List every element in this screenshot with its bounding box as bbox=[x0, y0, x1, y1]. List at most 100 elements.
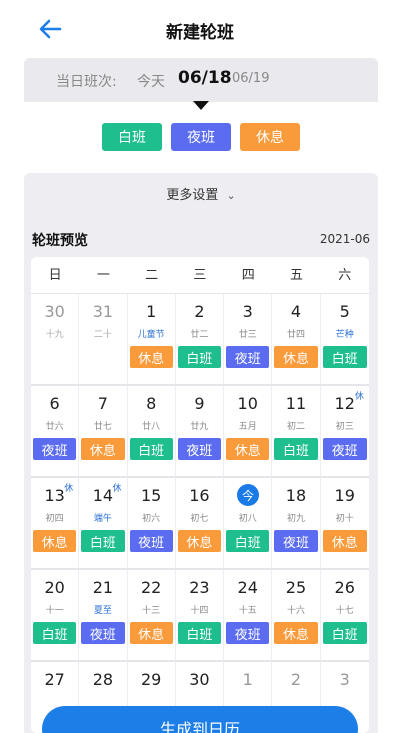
lunar-date: 初二 bbox=[286, 422, 305, 432]
shift-badge: 夜班 bbox=[226, 346, 270, 368]
shift-badge: 夜班 bbox=[33, 438, 77, 460]
shift-badge: 休息 bbox=[322, 530, 367, 552]
calendar-day-cell[interactable]: 31 二十 bbox=[79, 294, 128, 384]
calendar-week-row: 6 廿六 夜班 7 廿七 休息 8 廿八 白班 9 廿九 夜班 10 五月 休息 11 初二 白班 12 初三休夜班 bbox=[31, 386, 369, 478]
shift-badge: 休息 bbox=[274, 346, 318, 368]
day-number: 11 bbox=[285, 394, 307, 413]
day-number: 25 bbox=[285, 578, 307, 597]
day-number: 3 bbox=[339, 670, 350, 689]
calendar-day-cell[interactable]: 1 儿童节休息 bbox=[128, 294, 176, 384]
lunar-date: 十九 bbox=[45, 330, 64, 340]
calendar-day-cell[interactable]: 26 十七 白班 bbox=[321, 570, 369, 660]
day-number: 22 bbox=[140, 578, 162, 597]
lunar-date: 初三 bbox=[335, 422, 354, 432]
calendar-day-cell[interactable]: 15 初六 夜班 bbox=[128, 478, 176, 568]
lunar-date: 廿三 bbox=[238, 330, 257, 340]
lunar-date: 五月 bbox=[238, 422, 257, 432]
calendar-day-cell[interactable]: 25 十六 休息 bbox=[272, 570, 321, 660]
calendar-day-cell[interactable]: 3 廿三夜班 bbox=[224, 294, 273, 384]
day-number: 30 bbox=[44, 302, 65, 321]
more-settings-toggle[interactable]: 更多设置 ⌄ bbox=[24, 184, 378, 203]
calendar-week-row: 30 十九 31 二十 1 儿童节 休息 2 廿二 白班 3 廿三 夜班 4 廿四 休息 5 芒种 白班 bbox=[31, 294, 369, 386]
shift-badge: 休息 bbox=[81, 438, 125, 460]
calendar-day-cell[interactable]: 8 廿八 白班 bbox=[128, 386, 176, 476]
day-shift-button[interactable]: 白班 bbox=[102, 123, 162, 151]
calendar-week-row: 13 初四休休息 14 端午休白班 15 初六 夜班 16 初七 休息今初八 白班 18 初九 夜班 19 初… bbox=[31, 478, 369, 570]
lunar-date: 初七 bbox=[190, 514, 209, 524]
date-today[interactable]: 今天 bbox=[137, 71, 165, 91]
date-selected[interactable]: 06/18 bbox=[178, 68, 232, 88]
calendar-day-cell[interactable]: 16 初七 休息 bbox=[176, 478, 225, 568]
shift-badge: 夜班 bbox=[226, 622, 270, 644]
day-number: 23 bbox=[189, 578, 210, 597]
lunar-date: 廿二 bbox=[190, 330, 209, 340]
shift-badge: 休息 bbox=[226, 438, 270, 460]
date-next[interactable]: 06/19 bbox=[232, 71, 269, 86]
lunar-date: 廿四 bbox=[286, 330, 305, 340]
calendar-day-cell[interactable]: 30 十九 bbox=[31, 294, 80, 384]
calendar-day-cell[interactable]: 19 初十休息 bbox=[321, 478, 369, 568]
lunar-date: 十三 bbox=[142, 606, 161, 616]
calendar-day-cell[interactable]: 12 初三休夜班 bbox=[321, 386, 369, 476]
calendar-day-cell[interactable]: 24 十五 夜班 bbox=[224, 570, 273, 660]
day-number: 19 bbox=[334, 486, 355, 505]
calendar-day-cell[interactable]: 13 初四休休息 bbox=[31, 478, 80, 568]
calendar-day-cell[interactable]: 22 十三 休息 bbox=[128, 570, 176, 660]
day-number: 10 bbox=[237, 394, 258, 413]
shift-badge: 夜班 bbox=[81, 622, 125, 644]
day-number: 24 bbox=[237, 578, 258, 597]
day-number: 5 bbox=[339, 302, 350, 321]
shift-badge: 白班 bbox=[322, 622, 367, 644]
day-number: 30 bbox=[189, 670, 210, 689]
lunar-date: 儿童节 bbox=[137, 330, 165, 340]
shift-badge: 白班 bbox=[177, 346, 222, 368]
day-number: 9 bbox=[194, 394, 205, 413]
shift-badge: 夜班 bbox=[129, 530, 173, 552]
calendar-day-cell[interactable]: 18 初九 夜班 bbox=[272, 478, 321, 568]
day-number: 6 bbox=[49, 394, 60, 413]
calendar-day-cell[interactable]: 5 芒种 白班 bbox=[321, 294, 369, 384]
calendar-day-cell[interactable]: 6 廿六夜班 bbox=[31, 386, 80, 476]
shift-badge: 白班 bbox=[177, 622, 222, 644]
lunar-date: 端午 bbox=[93, 514, 112, 524]
today-marker: 今 bbox=[237, 484, 260, 506]
calendar-day-cell[interactable]: 20 十一 白班 bbox=[31, 570, 80, 660]
rest-button[interactable]: 休息 bbox=[240, 123, 300, 151]
day-number: 15 bbox=[140, 486, 162, 505]
weekday-label: 五 bbox=[289, 268, 303, 283]
generate-to-calendar-button[interactable]: 生成到日历 bbox=[42, 706, 358, 733]
calendar-day-cell[interactable]: 9 廿九 夜班 bbox=[176, 386, 225, 476]
shift-badge: 休息 bbox=[129, 346, 173, 368]
lunar-date: 廿八 bbox=[142, 422, 161, 432]
day-number: 2 bbox=[290, 670, 302, 689]
calendar-day-cell[interactable]: 7 廿七休息 bbox=[79, 386, 128, 476]
date-strip: 当日班次: 今天 06/18 06/19 bbox=[24, 58, 378, 102]
calendar-week-row: 20 十一 白班 21 夏至 夜班 22 十三 休息 23 十四 白班 24 十五 夜班 25 十六 休息 26 十七… bbox=[31, 570, 369, 662]
lunar-date: 廿六 bbox=[45, 422, 64, 432]
lunar-date: 初十 bbox=[335, 514, 354, 524]
lunar-date: 十七 bbox=[335, 606, 354, 616]
day-number: 3 bbox=[242, 302, 253, 321]
calendar-day-cell[interactable]: 2 廿二 白班 bbox=[176, 294, 225, 384]
weekday-label: 四 bbox=[241, 268, 255, 283]
lunar-date: 廿七 bbox=[93, 422, 112, 432]
shift-date-label: 当日班次: bbox=[56, 74, 117, 90]
calendar-day-cell[interactable]: 21 夏至 夜班 bbox=[79, 570, 128, 660]
lunar-date: 芒种 bbox=[335, 330, 354, 340]
calendar-day-cell[interactable]: 23 十四 白班 bbox=[176, 570, 225, 660]
shift-badge: 白班 bbox=[33, 622, 77, 644]
night-shift-button[interactable]: 夜班 bbox=[171, 123, 231, 151]
calendar-day-cell[interactable]: 10 五月休息 bbox=[224, 386, 273, 476]
day-number: 21 bbox=[92, 578, 114, 597]
calendar-day-cell[interactable]: 4 廿四 休息 bbox=[272, 294, 321, 384]
calendar-weeks: 30 十九 31 二十 1 儿童节 休息 2 廿二 白班 3 廿三 夜班 4 廿四 休息 5 芒种 白班 6 廿六 夜班 7… bbox=[31, 294, 369, 733]
day-number: 1 bbox=[146, 302, 157, 321]
day-number: 7 bbox=[97, 394, 108, 413]
shift-badge: 白班 bbox=[274, 438, 318, 460]
day-number: 20 bbox=[44, 578, 65, 597]
calendar-day-cell[interactable]: 11 初二白班 bbox=[272, 386, 321, 476]
calendar-day-cell[interactable]: 14 端午休白班 bbox=[79, 478, 128, 568]
lunar-date: 初四 bbox=[45, 514, 64, 524]
weekday-label: 三 bbox=[193, 268, 207, 283]
calendar-day-cell[interactable]: 今初八 白班 bbox=[224, 478, 273, 568]
